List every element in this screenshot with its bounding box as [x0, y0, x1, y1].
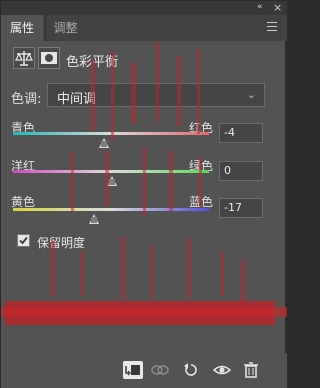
- magenta-green-slider-track[interactable]: [13, 170, 209, 173]
- cyan-red-value-field[interactable]: -4: [219, 123, 263, 143]
- reset-icon[interactable]: [181, 361, 201, 379]
- layer-mask-icon[interactable]: [38, 47, 60, 69]
- tab-properties[interactable]: 属性: [1, 15, 43, 41]
- preserve-luminosity-checkbox[interactable]: [17, 234, 30, 247]
- trash-icon[interactable]: [241, 361, 261, 379]
- yellow-blue-slider-track[interactable]: [13, 208, 209, 211]
- bottom-toolbar: [1, 353, 287, 388]
- preserve-luminosity-label: 保留明度: [37, 236, 86, 250]
- panel-menu-icon[interactable]: [267, 22, 277, 31]
- yellow-blue-value-field[interactable]: -17: [219, 198, 263, 218]
- view-previous-icon[interactable]: [150, 361, 170, 379]
- tab-bar: 属性 调整: [1, 15, 287, 41]
- tone-label: 色调:: [11, 92, 42, 107]
- cyan-red-slider-track[interactable]: [13, 132, 209, 135]
- magenta-green-slider-thumb[interactable]: [107, 176, 117, 186]
- adjustment-title: 色彩平衡: [66, 55, 119, 70]
- panel-title-strip: « ×: [1, 1, 287, 15]
- properties-panel: « × 属性 调整 色彩平衡 色调: 中间调 ⌄ 青色 红色 -4 洋红 绿色 …: [0, 0, 287, 388]
- collapse-icon[interactable]: «: [257, 2, 262, 12]
- close-icon[interactable]: ×: [273, 1, 282, 14]
- clip-to-layer-icon[interactable]: [123, 361, 143, 379]
- tone-select[interactable]: 中间调 ⌄: [47, 83, 265, 107]
- magenta-green-value-field[interactable]: 0: [219, 161, 263, 181]
- visibility-eye-icon[interactable]: [212, 361, 232, 379]
- cyan-red-slider-thumb[interactable]: [99, 138, 109, 148]
- chevron-down-icon: ⌄: [246, 88, 256, 101]
- balance-scale-icon[interactable]: [13, 47, 35, 69]
- tone-select-value: 中间调: [57, 92, 97, 107]
- tab-adjustments[interactable]: 调整: [45, 15, 85, 41]
- yellow-blue-slider-thumb[interactable]: [89, 214, 99, 224]
